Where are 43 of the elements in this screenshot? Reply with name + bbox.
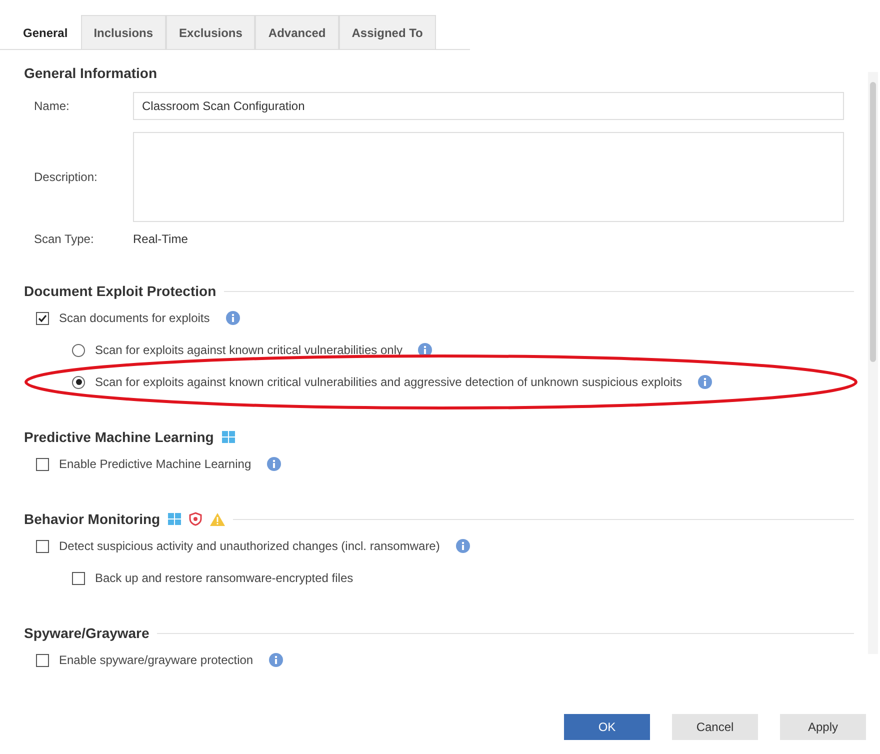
checkbox[interactable] (36, 458, 49, 470)
dialog-button[interactable]: Apply (780, 714, 866, 740)
tab[interactable]: Exclusions (166, 15, 256, 49)
scrollbar[interactable] (868, 72, 878, 654)
scan-type-value: Real-Time (133, 232, 188, 246)
name-field[interactable]: Classroom Scan Configuration (133, 92, 844, 120)
radio-button[interactable] (72, 376, 85, 388)
info-icon[interactable] (698, 375, 712, 389)
field-label: Name: (33, 99, 70, 113)
section-title: General Information (24, 65, 158, 81)
option-label: Scan documents for exploits (59, 311, 210, 325)
checkbox[interactable] (36, 540, 49, 552)
section-title: Document Exploit Protection (24, 283, 216, 299)
checkbox[interactable] (36, 654, 49, 666)
windows-icon (168, 513, 182, 525)
dialog-button[interactable]: OK (564, 714, 650, 740)
shield-icon (189, 512, 202, 526)
warning-icon (210, 512, 226, 526)
checkbox[interactable] (72, 572, 85, 584)
tab[interactable]: Inclusions (80, 15, 166, 49)
option-label: Enable spyware/grayware protection (59, 653, 254, 667)
windows-icon (222, 431, 235, 443)
section-title: Predictive Machine Learning (24, 429, 214, 445)
info-icon[interactable] (267, 457, 282, 471)
option-label: Back up and restore ransomware-encrypted files (95, 571, 354, 585)
dialog-button[interactable]: Cancel (672, 714, 758, 740)
radio-button[interactable] (72, 344, 85, 356)
field-label: Description: (33, 170, 98, 184)
tab[interactable]: Assigned To (338, 15, 436, 49)
section-title: Spyware/Grayware (24, 625, 150, 641)
field-label: Scan Type: (33, 232, 95, 246)
option-label: Detect suspicious activity and unauthorized changes (incl. ransomware) (59, 539, 440, 553)
option-label: Enable Predictive Machine Learning (59, 457, 252, 471)
description-field[interactable] (133, 132, 844, 222)
info-icon[interactable] (269, 653, 284, 667)
checkbox[interactable] (36, 312, 49, 324)
info-icon[interactable] (226, 311, 240, 325)
option-label: Scan for exploits against known critical vulnerabilities and aggressive detection of unknown suspicious exploits (95, 375, 682, 389)
info-icon[interactable] (418, 343, 432, 357)
tab[interactable]: Advanced (255, 15, 339, 49)
info-icon[interactable] (456, 539, 470, 553)
option-label: Scan for exploits against known critical vulnerabilities only (95, 343, 402, 357)
section-title: Behavior Monitoring (24, 511, 160, 527)
